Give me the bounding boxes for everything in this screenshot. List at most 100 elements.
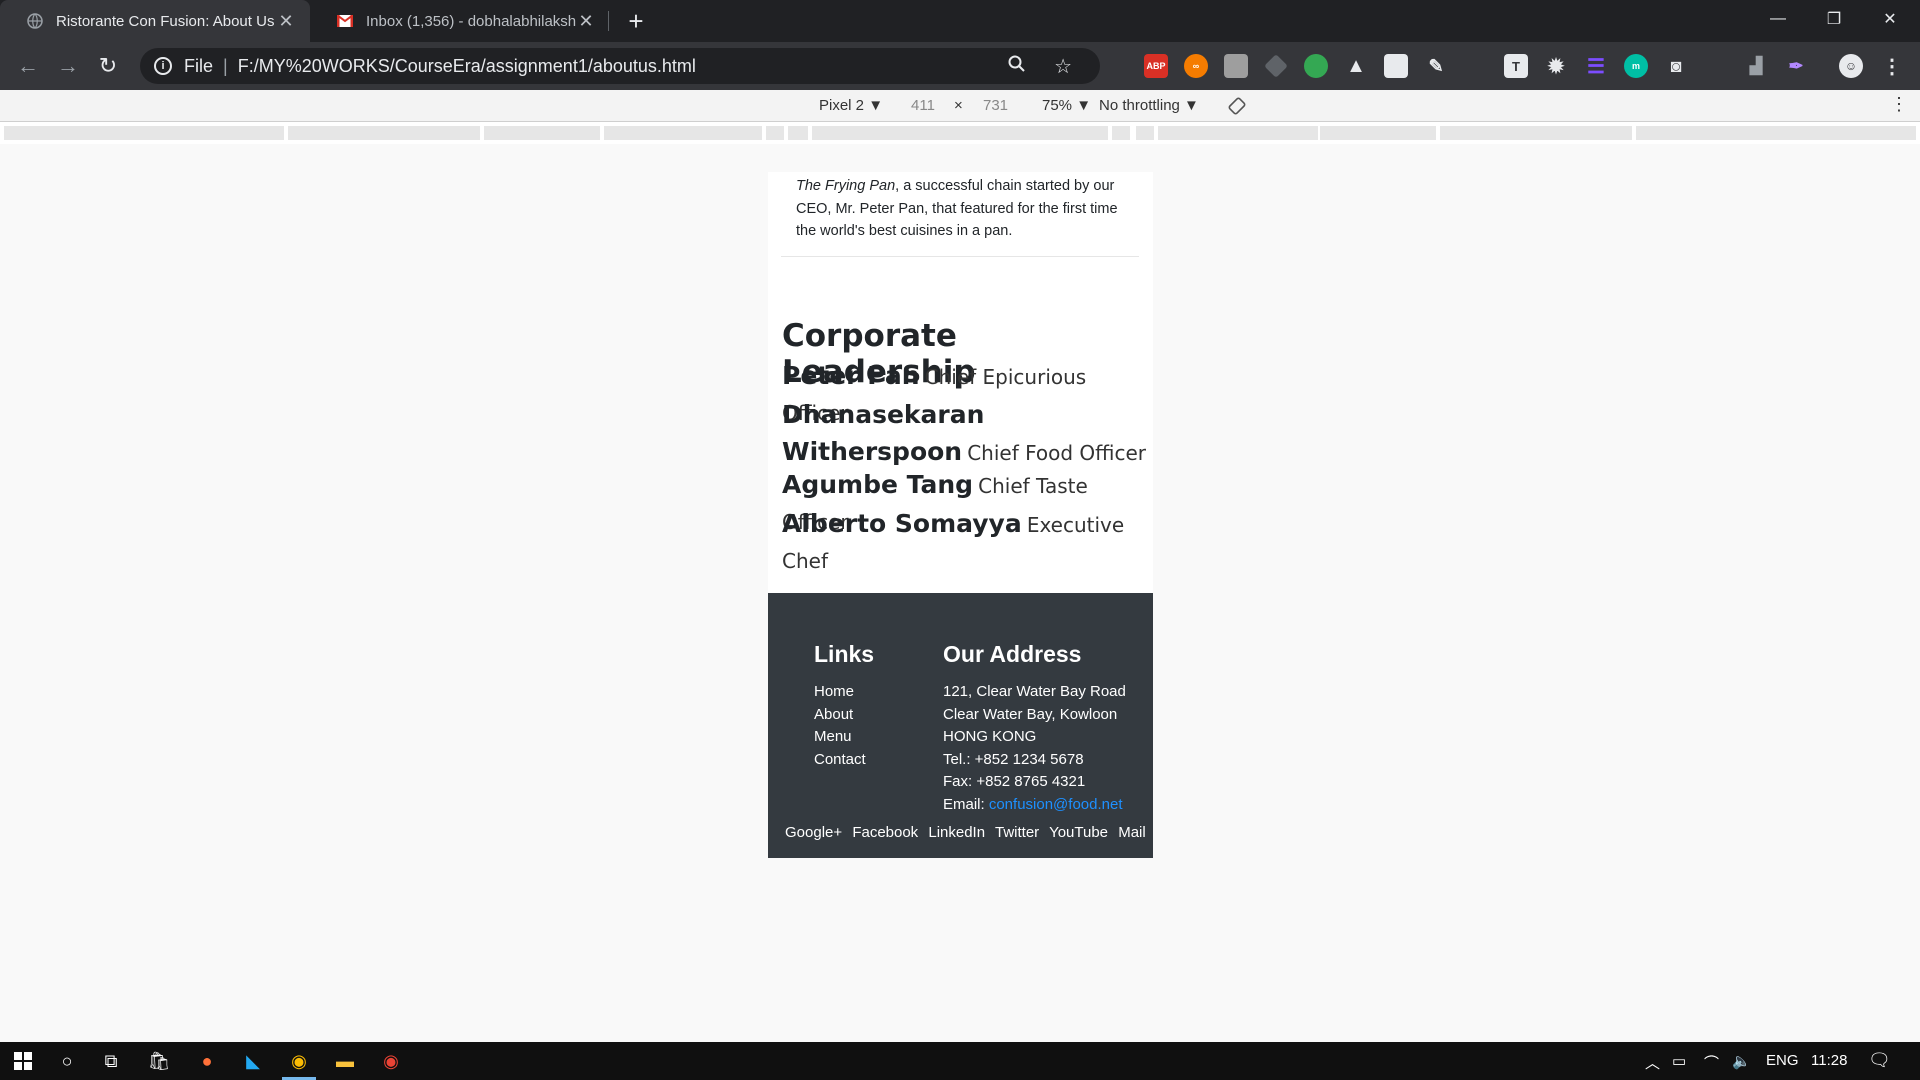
viewport-page: The Frying Pan, a successful chain start… (768, 172, 1153, 858)
close-icon[interactable]: ✕ (576, 11, 596, 32)
extension-icon[interactable] (1384, 54, 1408, 78)
tab-separator (608, 11, 609, 31)
device-toolbar: Pixel 2 ▼ 411 × 731 75% ▼ No throttling … (0, 90, 1920, 122)
social-link-youtube[interactable]: YouTube (1049, 824, 1108, 841)
viewport-width[interactable]: 411 (911, 97, 935, 114)
leader-name: Peter Pan (782, 361, 920, 390)
leader-name: Dhanasekaran Witherspoon (782, 400, 985, 466)
social-link-twitter[interactable]: Twitter (995, 824, 1039, 841)
footer-link-menu[interactable]: Menu (814, 726, 866, 749)
url-text[interactable]: F:/MY%20WORKS/CourseEra/assignment1/abou… (238, 56, 696, 77)
leader-role: Chief Food Officer (967, 441, 1147, 465)
tab-strip: Ristorante Con Fusion: About Us ✕ Inbox … (0, 0, 1920, 42)
extension-icon[interactable] (1224, 54, 1248, 78)
chevron-up-icon[interactable]: ︿ (1645, 1052, 1660, 1073)
footer-links: Home About Menu Contact (814, 681, 866, 771)
email-label: Email: (943, 795, 989, 813)
close-icon[interactable]: ✕ (276, 11, 296, 32)
close-window-icon[interactable]: ✕ (1862, 0, 1918, 38)
vscode-icon[interactable]: ◣ (230, 1042, 276, 1080)
leader-item: Alberto Somayya Executive Chef (782, 507, 1152, 580)
notifications-icon[interactable]: 🗨 (1868, 1050, 1891, 1071)
firefox-icon[interactable]: ● (184, 1042, 230, 1080)
new-tab-button[interactable]: + (624, 6, 648, 36)
social-link-linkedin[interactable]: LinkedIn (928, 824, 985, 841)
menu-dots-icon[interactable]: ⋮ (1880, 54, 1904, 78)
viewport-height[interactable]: 731 (983, 97, 1008, 114)
clock[interactable]: 11:28 (1811, 1052, 1847, 1069)
social-link-mail[interactable]: Mail (1118, 824, 1146, 841)
footer-link-home[interactable]: Home (814, 681, 866, 704)
battery-icon[interactable]: ▭ (1672, 1052, 1686, 1070)
extension-icon[interactable]: ▲ (1344, 54, 1368, 78)
restaurant-name: The Frying Pan (796, 178, 896, 194)
extension-icon[interactable] (1304, 54, 1328, 78)
tab-inbox[interactable]: Inbox (1,356) - dobhalabhilakshy ✕ (310, 0, 610, 42)
extension-icon[interactable]: T (1504, 54, 1528, 78)
chrome-icon[interactable]: ◉ (368, 1042, 414, 1080)
chart-icon[interactable]: ▟ (1744, 54, 1768, 78)
extension-icon[interactable] (1264, 54, 1288, 78)
file-explorer-icon[interactable]: ▬ (322, 1042, 368, 1080)
leader-name: Alberto Somayya (782, 509, 1022, 538)
adblock-icon[interactable]: ABP (1144, 54, 1168, 78)
feather-icon[interactable]: ✒ (1784, 54, 1808, 78)
zoom-select[interactable]: 75% ▼ (1042, 97, 1091, 114)
search-circle-icon[interactable]: ○ (44, 1042, 90, 1080)
avatar[interactable]: ☺ (1839, 54, 1863, 78)
address-bar[interactable]: i File | F:/MY%20WORKS/CourseEra/assignm… (140, 48, 1100, 84)
forward-arrow-icon[interactable]: → (50, 42, 86, 90)
address-heading: Our Address (943, 641, 1082, 667)
camera-icon[interactable]: ◙ (1664, 54, 1688, 78)
zoom-icon[interactable] (1008, 55, 1026, 78)
media-query-bar[interactable] (0, 122, 1920, 144)
language-indicator[interactable]: ENG (1766, 1052, 1799, 1069)
task-view-icon[interactable]: ⧉ (88, 1042, 134, 1080)
restore-icon[interactable]: ❐ (1806, 0, 1862, 38)
footer-link-about[interactable]: About (814, 704, 866, 727)
intro-paragraph: The Frying Pan, a successful chain start… (796, 175, 1136, 243)
device-select[interactable]: Pixel 2 ▼ (819, 97, 883, 114)
email-row: Email: confusion@food.net (943, 794, 1126, 817)
rotate-icon[interactable] (1228, 97, 1246, 119)
minimize-icon[interactable]: — (1750, 0, 1806, 38)
windows-start-icon[interactable] (0, 1042, 46, 1080)
divider (781, 256, 1139, 257)
more-options-icon[interactable]: ⋮ (1890, 94, 1908, 115)
reload-icon[interactable]: ↻ (90, 42, 126, 90)
social-link-facebook[interactable]: Facebook (852, 824, 918, 841)
throttling-select[interactable]: No throttling ▼ (1099, 97, 1199, 114)
address-line: Clear Water Bay, Kowloon (943, 705, 1118, 723)
globe-icon (26, 12, 44, 30)
bookmark-star-icon[interactable]: ☆ (1054, 54, 1072, 79)
info-icon[interactable]: i (154, 57, 172, 75)
extension-icon[interactable]: m (1624, 54, 1648, 78)
browser-toolbar: ← → ↻ i File | F:/MY%20WORKS/CourseEra/a… (0, 42, 1920, 90)
tab-about-us[interactable]: Ristorante Con Fusion: About Us ✕ (0, 0, 310, 42)
fax: Fax: +852 8765 4321 (943, 773, 1086, 790)
footer-link-contact[interactable]: Contact (814, 749, 866, 772)
gmail-icon (336, 12, 354, 30)
leader-name: Agumbe Tang (782, 470, 974, 499)
email-link[interactable]: confusion@food.net (989, 796, 1123, 813)
volume-icon[interactable]: 🔈 (1732, 1052, 1751, 1070)
address-line: 121, Clear Water Bay Road (943, 683, 1126, 700)
social-link-google-plus[interactable]: Google+ (785, 824, 842, 841)
chrome-icon[interactable]: ◉ (276, 1042, 322, 1080)
tab-title: Ristorante Con Fusion: About Us (56, 12, 275, 30)
back-arrow-icon[interactable]: ← (10, 42, 46, 90)
address-block: 121, Clear Water Bay Road Clear Water Ba… (943, 681, 1126, 816)
address-line: HONG KONG (943, 728, 1037, 745)
leader-item: Dhanasekaran Witherspoon Chief Food Offi… (782, 398, 1152, 472)
pen-icon[interactable]: ✎ (1424, 54, 1448, 78)
social-links: Google+ Facebook LinkedIn Twitter YouTub… (785, 824, 1152, 841)
extension-icon[interactable]: ∞ (1184, 54, 1208, 78)
separator: | (223, 55, 228, 76)
tab-title: Inbox (1,356) - dobhalabhilakshy (366, 12, 576, 30)
links-heading: Links (814, 641, 875, 667)
store-icon[interactable]: 🛍 (136, 1042, 182, 1080)
gear-icon[interactable]: ✹ (1544, 54, 1568, 78)
extension-icon[interactable]: ☰ (1584, 54, 1608, 78)
taskbar: ○ ⧉ 🛍 ● ◣ ◉ ▬ ◉ ︿ ▭ ⌒ 🔈 ENG 11:28 🗨 (0, 1042, 1920, 1080)
wifi-icon[interactable]: ⌒ (1704, 1052, 1719, 1073)
